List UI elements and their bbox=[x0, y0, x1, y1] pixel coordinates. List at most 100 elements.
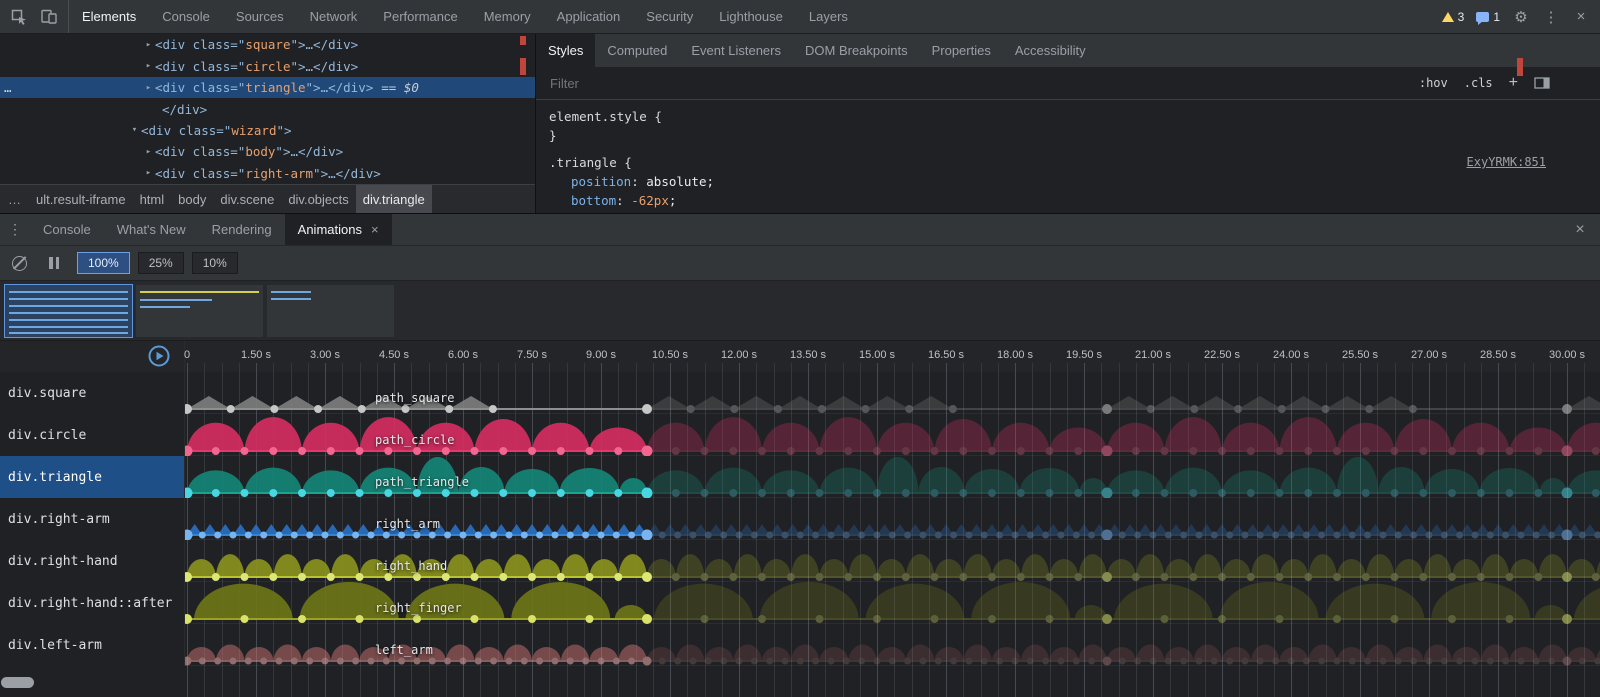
tick-label: 28.50 s bbox=[1480, 349, 1516, 361]
styles-scrollbar[interactable] bbox=[1516, 34, 1524, 213]
dom-class-value: wizard bbox=[231, 123, 276, 138]
replay-animation-button[interactable] bbox=[147, 344, 171, 368]
warnings-badge[interactable]: 3 bbox=[1436, 10, 1471, 24]
track-node-div-right-hand[interactable]: div.right-hand bbox=[0, 540, 185, 582]
close-drawer-icon[interactable]: × bbox=[1560, 214, 1600, 245]
twirl-arrow-icon[interactable]: ▸ bbox=[142, 83, 155, 93]
animation-name-label: path_triangle bbox=[375, 475, 469, 489]
warning-count: 3 bbox=[1458, 10, 1465, 24]
main-tab-lighthouse[interactable]: Lighthouse bbox=[706, 0, 796, 33]
breadcrumb-item-html[interactable]: html bbox=[133, 185, 172, 213]
track-node-div-right-arm[interactable]: div.right-arm bbox=[0, 498, 185, 540]
tick-label: 3.00 s bbox=[310, 349, 340, 361]
breadcrumb-item-ult-result-iframe[interactable]: ult.result-iframe bbox=[29, 185, 133, 213]
main-tab-network[interactable]: Network bbox=[297, 0, 371, 33]
dom-tag-text: "> bbox=[276, 123, 291, 138]
twirl-arrow-icon[interactable]: ▸ bbox=[142, 168, 155, 178]
breadcrumb-item-body[interactable]: body bbox=[171, 185, 213, 213]
playback-rate-group: 100% 25% 10% bbox=[77, 252, 238, 274]
track-node-div-triangle[interactable]: div.triangle bbox=[0, 456, 185, 498]
styles-filter-row: :hov .cls + bbox=[536, 67, 1600, 100]
messages-badge[interactable]: 1 bbox=[1470, 10, 1506, 24]
breadcrumb-item-div-triangle[interactable]: div.triangle bbox=[356, 185, 432, 213]
track-node-div-square[interactable]: div.square bbox=[0, 372, 185, 414]
styles-tabbar: StylesComputedEvent ListenersDOM Breakpo… bbox=[536, 34, 1600, 67]
breadcrumb-overflow-icon[interactable]: … bbox=[0, 192, 29, 207]
dom-tag-text: ">…</div> bbox=[275, 144, 343, 159]
playback-rate-25[interactable]: 25% bbox=[138, 252, 184, 274]
close-devtools-icon[interactable]: × bbox=[1566, 3, 1596, 31]
track-node-div-circle[interactable]: div.circle bbox=[0, 414, 185, 456]
breadcrumb-item-div-objects[interactable]: div.objects bbox=[281, 185, 355, 213]
settings-gear-icon[interactable]: ⚙ bbox=[1506, 3, 1536, 31]
dom-tag-text: <div class=" bbox=[155, 80, 245, 95]
main-tab-application[interactable]: Application bbox=[544, 0, 634, 33]
css-open-brace: { bbox=[617, 155, 632, 170]
main-tab-layers[interactable]: Layers bbox=[796, 0, 861, 33]
dom-tree-row[interactable]: </div> bbox=[0, 98, 535, 119]
animation-group-preview[interactable] bbox=[136, 285, 263, 337]
css-source-link[interactable]: ExyYRMK:851 bbox=[1467, 153, 1546, 172]
dom-tree-row[interactable]: ▸<div class="body">…</div> bbox=[0, 141, 535, 162]
drawer-tab-what-s-new[interactable]: What's New bbox=[104, 214, 199, 245]
css-rule: .triangle {ExyYRMK:851position: absolute… bbox=[549, 153, 1600, 210]
styles-tab-computed[interactable]: Computed bbox=[595, 34, 679, 67]
drawer-tab-rendering[interactable]: Rendering bbox=[199, 214, 285, 245]
pseudo-state-toggle[interactable]: :hov bbox=[1411, 76, 1456, 90]
pause-all-icon[interactable] bbox=[49, 257, 59, 269]
css-property-line[interactable]: position: absolute; bbox=[549, 172, 1600, 191]
main-tab-memory[interactable]: Memory bbox=[471, 0, 544, 33]
clear-animations-icon[interactable] bbox=[12, 256, 27, 271]
animation-group-preview[interactable] bbox=[5, 285, 132, 337]
dom-tree-row[interactable]: ▾<div class="wizard"> bbox=[0, 120, 535, 141]
close-tab-icon[interactable]: × bbox=[371, 222, 379, 237]
inspect-element-icon[interactable] bbox=[4, 3, 34, 31]
styles-tab-accessibility[interactable]: Accessibility bbox=[1003, 34, 1098, 67]
styles-tab-styles[interactable]: Styles bbox=[536, 34, 595, 67]
drawer-tab-animations[interactable]: Animations× bbox=[285, 214, 392, 245]
twirl-arrow-icon[interactable]: ▸ bbox=[142, 40, 155, 50]
styles-tab-event-listeners[interactable]: Event Listeners bbox=[679, 34, 793, 67]
preview-line bbox=[9, 298, 128, 300]
tick-label: 21.00 s bbox=[1135, 349, 1171, 361]
sidebar-toggle-icon[interactable] bbox=[1526, 77, 1558, 89]
dom-tag-text: <div class=" bbox=[155, 144, 245, 159]
styles-tab-dom-breakpoints[interactable]: DOM Breakpoints bbox=[793, 34, 920, 67]
drawer-kebab-menu-icon[interactable]: ⋮ bbox=[0, 214, 30, 245]
twirl-arrow-icon[interactable]: ▸ bbox=[142, 61, 155, 71]
dom-tree-row[interactable]: …▸<div class="triangle">…</div>== $0 bbox=[0, 77, 535, 98]
main-tab-performance[interactable]: Performance bbox=[370, 0, 470, 33]
playback-rate-100[interactable]: 100% bbox=[77, 252, 130, 274]
track-node-div-right-hand-after[interactable]: div.right-hand::after bbox=[0, 582, 185, 624]
dom-tree-row[interactable]: ▸<div class="square">…</div> bbox=[0, 34, 535, 55]
main-tab-console[interactable]: Console bbox=[149, 0, 223, 33]
styles-filter-input[interactable] bbox=[548, 75, 1411, 92]
kebab-menu-icon[interactable]: ⋮ bbox=[1536, 3, 1566, 31]
elements-scrollbar[interactable] bbox=[519, 34, 527, 184]
main-tab-elements[interactable]: Elements bbox=[69, 0, 149, 33]
twirl-arrow-icon[interactable]: ▸ bbox=[142, 147, 155, 157]
element-classes-toggle[interactable]: .cls bbox=[1456, 76, 1501, 90]
main-tab-security[interactable]: Security bbox=[633, 0, 706, 33]
drawer-tab-console[interactable]: Console bbox=[30, 214, 104, 245]
playback-rate-10[interactable]: 10% bbox=[192, 252, 238, 274]
preview-line bbox=[140, 299, 212, 301]
drawer-tabbar: ⋮ ConsoleWhat's NewRenderingAnimations× … bbox=[0, 213, 1600, 245]
breadcrumb-item-div-scene[interactable]: div.scene bbox=[213, 185, 281, 213]
preview-line bbox=[9, 305, 128, 307]
animation-name-label: right_arm bbox=[375, 517, 440, 531]
css-property-line[interactable]: bottom: -62px; bbox=[549, 191, 1600, 210]
dom-tree-row[interactable]: ▸<div class="right-arm">…</div> bbox=[0, 163, 535, 184]
tick-label: 0 bbox=[184, 349, 190, 361]
styles-tab-properties[interactable]: Properties bbox=[920, 34, 1003, 67]
track-node-div-left-arm[interactable]: div.left-arm bbox=[0, 624, 185, 666]
scrollbar-error-mark bbox=[520, 36, 526, 45]
tick-label: 6.00 s bbox=[448, 349, 478, 361]
styles-rules: element.style {}.triangle {ExyYRMK:851po… bbox=[536, 100, 1600, 210]
horizontal-scrollbar-thumb[interactable] bbox=[1, 677, 34, 688]
main-tab-sources[interactable]: Sources bbox=[223, 0, 297, 33]
dom-tree-row[interactable]: ▸<div class="circle">…</div> bbox=[0, 55, 535, 76]
twirl-arrow-icon[interactable]: ▾ bbox=[128, 125, 141, 135]
device-toolbar-icon[interactable] bbox=[34, 3, 64, 31]
animation-group-preview[interactable] bbox=[267, 285, 394, 337]
